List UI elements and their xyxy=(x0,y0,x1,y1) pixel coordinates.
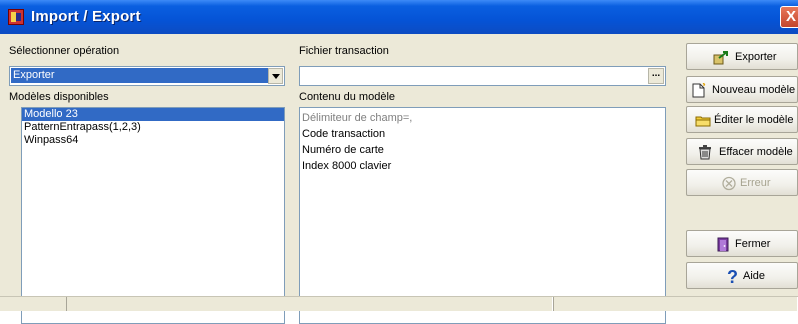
trash-icon xyxy=(697,145,713,160)
title-bar: Import / Export X xyxy=(0,0,798,34)
error-circle-icon xyxy=(721,176,737,191)
list-item[interactable]: PatternEntrapass(1,2,3) xyxy=(22,121,284,134)
list-item[interactable]: Modello 23 xyxy=(22,108,284,121)
model-content-label: Contenu du modèle xyxy=(299,91,396,103)
operation-label: Sélectionner opération xyxy=(9,45,120,57)
new-model-button[interactable]: Nouveau modèle xyxy=(686,76,798,103)
error-button[interactable]: Erreur xyxy=(686,169,798,196)
delete-model-button[interactable]: Effacer modèle xyxy=(686,138,798,165)
models-list[interactable]: Modello 23 PatternEntrapass(1,2,3) Winpa… xyxy=(21,107,285,324)
list-item[interactable]: Numéro de carte xyxy=(300,142,665,158)
browse-button[interactable]: ... xyxy=(648,68,664,84)
close-button[interactable]: Fermer xyxy=(686,230,798,257)
svg-text:?: ? xyxy=(727,268,738,285)
window-close-button[interactable]: X xyxy=(780,6,798,28)
window-title: Import / Export xyxy=(31,8,141,25)
import-export-app-icon xyxy=(8,9,24,25)
new-document-icon xyxy=(691,82,707,98)
status-bar xyxy=(0,296,798,311)
transaction-file-label: Fichier transaction xyxy=(299,45,389,57)
operation-selected-value: Exporter xyxy=(11,68,269,83)
models-label: Modèles disponibles xyxy=(9,91,109,103)
model-content-list[interactable]: Délimiteur de champ=, Code transaction N… xyxy=(299,107,666,324)
export-button[interactable]: Exporter xyxy=(686,43,798,70)
status-cell xyxy=(553,297,798,311)
transaction-file-value[interactable] xyxy=(301,68,643,83)
folder-edit-icon xyxy=(695,113,711,128)
export-icon xyxy=(713,50,729,65)
door-exit-icon xyxy=(715,237,731,252)
list-item[interactable]: Délimiteur de champ=, xyxy=(300,110,665,126)
status-cell xyxy=(66,297,553,311)
chevron-down-icon[interactable] xyxy=(268,68,283,84)
list-item[interactable]: Index 8000 clavier xyxy=(300,158,665,174)
dialog-body: Sélectionner opération Exporter Fichier … xyxy=(0,34,798,324)
help-button[interactable]: ? Aide xyxy=(686,262,798,289)
help-icon: ? xyxy=(725,267,741,287)
edit-model-button[interactable]: Éditer le modèle xyxy=(686,106,798,133)
list-item[interactable]: Code transaction xyxy=(300,126,665,142)
transaction-file-input[interactable]: ... xyxy=(299,66,666,86)
list-item[interactable]: Winpass64 xyxy=(22,134,284,147)
operation-select[interactable]: Exporter xyxy=(9,66,285,86)
